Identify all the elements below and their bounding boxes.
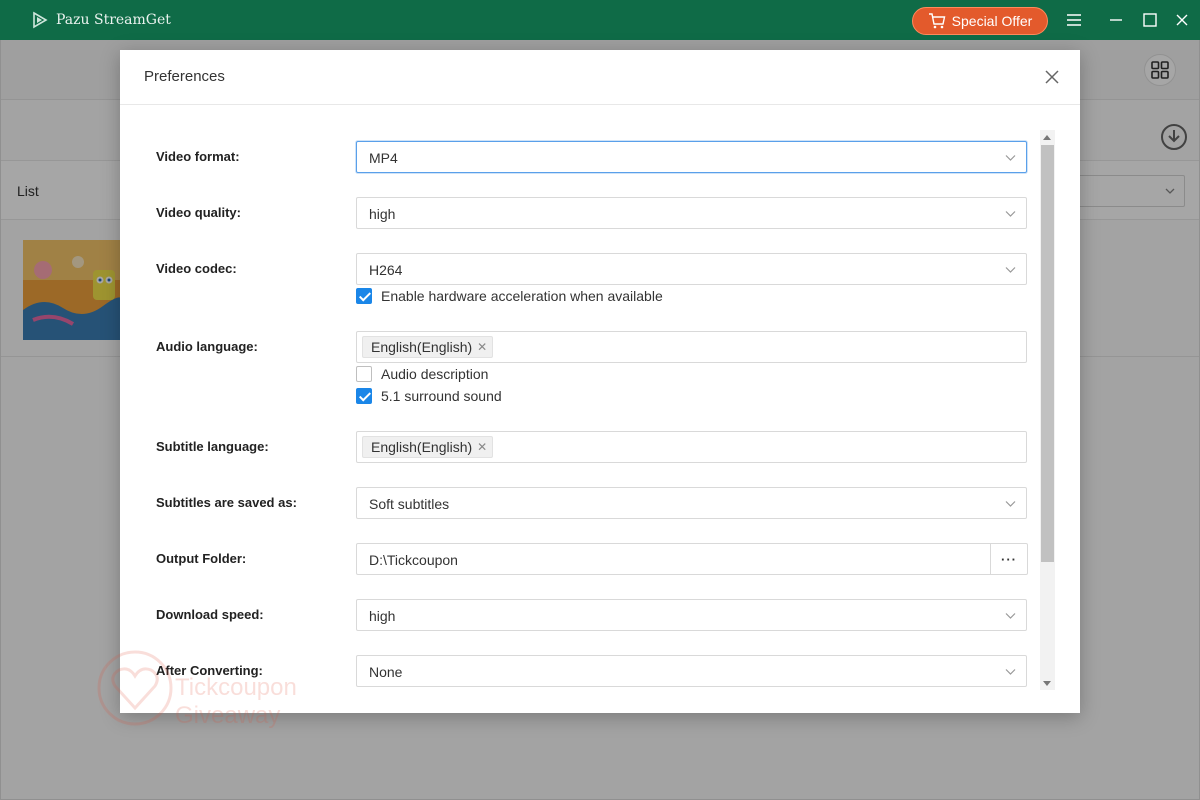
download-speed-value: high	[369, 608, 396, 624]
tag-remove-icon[interactable]: ✕	[477, 337, 487, 357]
special-offer-label: Special Offer	[951, 13, 1033, 29]
chevron-down-icon	[1005, 211, 1016, 217]
tag-remove-icon[interactable]: ✕	[477, 437, 487, 457]
preferences-dialog: Preferences Video format: MP4 Video qual…	[120, 50, 1080, 713]
checkbox-checked-icon[interactable]	[356, 288, 372, 304]
audio-language-input[interactable]: English(English) ✕	[356, 331, 1027, 363]
special-offer-button[interactable]: Special Offer	[912, 7, 1048, 35]
dialog-header: Preferences	[120, 50, 1080, 105]
dialog-scrollbar[interactable]	[1040, 130, 1055, 690]
chevron-down-icon	[1005, 669, 1016, 675]
scroll-up-arrow-icon[interactable]	[1043, 135, 1051, 140]
title-bar: Pazu StreamGet Special Offer	[0, 0, 1200, 40]
video-quality-value: high	[369, 206, 396, 222]
video-codec-select[interactable]: H264	[356, 253, 1027, 285]
tag-text: English(English)	[371, 439, 473, 455]
scroll-down-arrow-icon[interactable]	[1043, 681, 1051, 686]
tag-text: English(English)	[371, 339, 473, 355]
download-speed-label: Download speed:	[156, 607, 264, 622]
download-speed-select[interactable]: high	[356, 599, 1027, 631]
video-codec-value: H264	[369, 262, 403, 278]
after-converting-label: After Converting:	[156, 663, 263, 678]
subtitle-language-input[interactable]: English(English) ✕	[356, 431, 1027, 463]
close-icon[interactable]	[1044, 69, 1060, 85]
chevron-down-icon	[1005, 267, 1016, 273]
surround-sound-checkbox[interactable]: 5.1 surround sound	[356, 388, 502, 404]
audio-description-checkbox[interactable]: Audio description	[356, 366, 488, 382]
output-folder-label: Output Folder:	[156, 551, 247, 566]
video-format-value: MP4	[369, 150, 398, 166]
maximize-icon[interactable]	[1140, 10, 1160, 30]
scrollbar-thumb[interactable]	[1041, 145, 1054, 562]
audio-description-label: Audio description	[381, 366, 489, 382]
chevron-down-icon	[1005, 501, 1016, 507]
dialog-title: Preferences	[144, 68, 225, 85]
subtitles-saved-as-select[interactable]: Soft subtitles	[356, 487, 1027, 519]
video-codec-label: Video codec:	[156, 261, 237, 276]
subtitles-saved-as-label: Subtitles are saved as:	[156, 495, 297, 510]
checkbox-unchecked-icon[interactable]	[356, 366, 372, 382]
surround-sound-label: 5.1 surround sound	[381, 388, 502, 404]
chevron-down-icon	[1005, 613, 1016, 619]
app-title: Pazu StreamGet	[56, 12, 171, 28]
subtitles-saved-as-value: Soft subtitles	[369, 496, 450, 512]
after-converting-value: None	[369, 664, 403, 680]
window-close-icon[interactable]	[1172, 10, 1192, 30]
video-format-label: Video format:	[156, 149, 240, 164]
subtitle-language-tag: English(English) ✕	[362, 436, 494, 458]
output-folder-input[interactable]: D:\Tickcoupon ···	[356, 543, 1028, 575]
video-quality-select[interactable]: high	[356, 197, 1027, 229]
cart-icon	[928, 13, 946, 29]
checkbox-checked-icon[interactable]	[356, 388, 372, 404]
hw-accel-label: Enable hardware acceleration when availa…	[381, 288, 663, 304]
video-quality-label: Video quality:	[156, 205, 241, 220]
minimize-icon[interactable]	[1106, 10, 1126, 30]
output-folder-value: D:\Tickcoupon	[369, 552, 458, 568]
subtitle-language-label: Subtitle language:	[156, 439, 269, 454]
video-format-select[interactable]: MP4	[356, 141, 1027, 173]
menu-icon[interactable]	[1064, 10, 1084, 30]
app-logo-icon	[33, 11, 48, 29]
audio-language-tag: English(English) ✕	[362, 336, 494, 358]
after-converting-select[interactable]: None	[356, 655, 1027, 687]
hw-accel-checkbox[interactable]: Enable hardware acceleration when availa…	[356, 288, 663, 304]
audio-language-label: Audio language:	[156, 339, 258, 354]
browse-folder-button[interactable]: ···	[990, 543, 1028, 575]
chevron-down-icon	[1005, 155, 1016, 161]
